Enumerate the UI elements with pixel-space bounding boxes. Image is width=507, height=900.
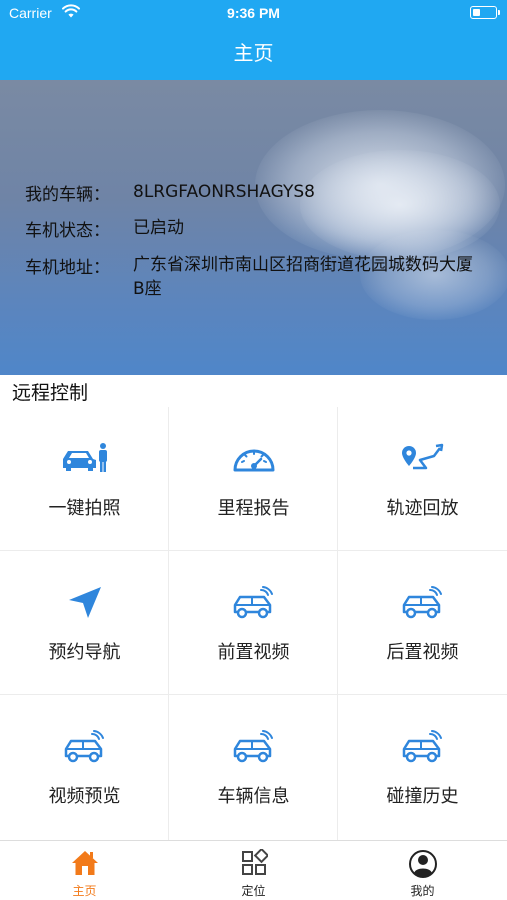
status-bar: Carrier 9:36 PM <box>0 0 507 28</box>
remote-item-label: 后置视频 <box>386 642 459 663</box>
car-signal-icon <box>402 586 442 619</box>
remote-item-track[interactable]: 轨迹回放 <box>338 407 507 551</box>
remote-item-photo[interactable]: 一键拍照 <box>0 407 169 551</box>
tab-label: 主页 <box>72 884 97 898</box>
tab-location[interactable]: 定位 <box>169 841 338 900</box>
top-bar: Carrier 9:36 PM 主页 <box>0 0 507 80</box>
car-person-icon <box>62 443 107 472</box>
vehicle-address-label: 车机地址： <box>25 258 110 278</box>
remote-item-label: 里程报告 <box>217 498 290 519</box>
remote-item-label: 碰撞历史 <box>386 786 459 807</box>
remote-item-video-preview[interactable]: 视频预览 <box>0 695 169 840</box>
navigation-arrow-icon <box>68 587 101 618</box>
vehicle-id-label: 我的车辆： <box>25 185 110 205</box>
remote-item-label: 前置视频 <box>217 642 290 663</box>
remote-item-label: 一键拍照 <box>48 498 121 519</box>
vehicle-address-value: 广东省深圳市南山区招商街道花园城数码大厦B座 <box>133 255 473 299</box>
remote-item-label: 轨迹回放 <box>386 498 459 519</box>
grid-icon <box>241 849 268 875</box>
car-signal-icon <box>402 730 442 763</box>
remote-control-grid: 一键拍照 里程报告 轨迹回放 预约导航 前置视频 后置视频 视频预览 车辆信息 … <box>0 407 507 840</box>
remote-item-navigation[interactable]: 预约导航 <box>0 551 169 695</box>
remote-item-vehicle-info[interactable]: 车辆信息 <box>169 695 338 840</box>
clock: 9:36 PM <box>227 5 280 21</box>
remote-item-label: 预约导航 <box>48 642 121 663</box>
profile-icon <box>408 850 437 878</box>
remote-item-front-video[interactable]: 前置视频 <box>169 551 338 695</box>
car-signal-icon <box>233 730 273 763</box>
vehicle-status-value: 已启动 <box>133 218 184 238</box>
remote-control-title: 远程控制 <box>12 382 89 404</box>
tab-bar: 主页 定位 我的 <box>0 840 507 900</box>
tab-profile[interactable]: 我的 <box>338 841 507 900</box>
car-signal-icon <box>233 586 273 619</box>
tab-label: 定位 <box>241 884 266 898</box>
remote-item-rear-video[interactable]: 后置视频 <box>338 551 507 695</box>
vehicle-id-value: 8LRGFAONRSHAGYS8 <box>133 182 315 202</box>
remote-item-label: 车辆信息 <box>217 786 290 807</box>
tab-home[interactable]: 主页 <box>0 841 169 900</box>
remote-item-mileage[interactable]: 里程报告 <box>169 407 338 551</box>
page-title: 主页 <box>233 41 274 65</box>
vehicle-status-label: 车机状态： <box>25 221 110 241</box>
vehicle-banner: 我的车辆： 8LRGFAONRSHAGYS8 车机状态： 已启动 车机地址： 广… <box>0 80 507 375</box>
remote-item-label: 视频预览 <box>48 786 121 807</box>
route-icon <box>401 443 443 470</box>
remote-item-collision-history[interactable]: 碰撞历史 <box>338 695 507 840</box>
car-signal-icon <box>64 730 104 763</box>
battery-icon <box>470 6 500 19</box>
home-icon <box>71 851 98 875</box>
speedometer-icon <box>233 449 274 472</box>
tab-label: 我的 <box>410 884 435 898</box>
